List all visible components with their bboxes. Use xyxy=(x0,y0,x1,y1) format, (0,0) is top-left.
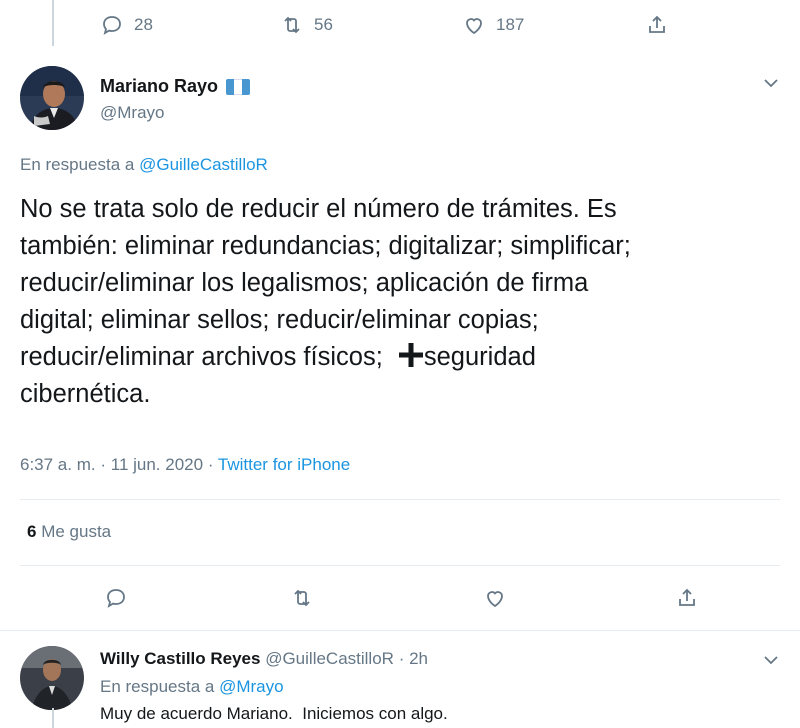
share-icon xyxy=(679,588,695,606)
share-icon xyxy=(649,15,665,33)
meta-separator: · xyxy=(100,455,107,474)
like-action[interactable]: 187 xyxy=(462,13,524,37)
likes-summary[interactable]: 6 Me gusta xyxy=(27,522,111,542)
reply-to-link[interactable]: @Mrayo xyxy=(219,677,284,696)
meta-separator: · xyxy=(398,649,405,668)
divider xyxy=(0,630,800,631)
reply-author-name[interactable]: Willy Castillo Reyes xyxy=(100,649,260,668)
reply-author-handle[interactable]: @GuilleCastilloR xyxy=(265,649,394,668)
avatar[interactable] xyxy=(20,66,84,130)
main-reply-button[interactable] xyxy=(104,586,128,610)
chevron-down-icon[interactable] xyxy=(762,74,780,92)
tweet-text-segment: seguridad xyxy=(423,343,536,371)
divider xyxy=(20,499,780,500)
meta-separator: · xyxy=(207,455,214,474)
retweet-count: 56 xyxy=(314,15,333,34)
tweet-date[interactable]: 11 jun. 2020 xyxy=(111,455,203,474)
reply-icon xyxy=(103,16,121,35)
plus-emoji-icon xyxy=(398,343,423,367)
tweet-text-line: reducir/eliminar los legalismos; aplicac… xyxy=(20,269,589,297)
divider xyxy=(20,565,780,566)
chevron-down-icon[interactable] xyxy=(762,651,780,669)
reply-avatar[interactable] xyxy=(20,646,84,710)
tweet-time[interactable]: 6:37 a. m. xyxy=(20,455,96,474)
reply-icon xyxy=(107,589,125,608)
reply-prefix: En respuesta a xyxy=(100,677,215,696)
retweet-action[interactable]: 56 xyxy=(280,13,333,37)
reply-context: En respuesta a @Mrayo xyxy=(100,677,284,697)
tweet-text-line: cibernética. xyxy=(20,380,151,408)
like-count: 187 xyxy=(496,15,525,34)
tweet-text: No se trata solo de reducir el número de… xyxy=(20,191,790,413)
avatar-image xyxy=(20,66,84,130)
reply-to-link[interactable]: @GuilleCastilloR xyxy=(139,155,268,174)
reply-count: 28 xyxy=(134,15,153,34)
author-handle[interactable]: @Mrayo xyxy=(100,103,165,123)
reply-avatar-image xyxy=(20,646,84,710)
reply-context: En respuesta a @GuilleCastilloR xyxy=(20,155,268,175)
likes-label: Me gusta xyxy=(41,522,112,541)
retweet-icon xyxy=(294,589,310,607)
author-name-row[interactable]: Mariano Rayo xyxy=(100,76,251,97)
tweet-text-line-with-emoji: reducir/eliminar archivos físicos; segur… xyxy=(20,339,790,376)
share-action[interactable] xyxy=(645,13,669,37)
tweet-meta: 6:37 a. m. · 11 jun. 2020 · Twitter for … xyxy=(20,455,350,475)
tweet-source[interactable]: Twitter for iPhone xyxy=(218,455,350,474)
main-retweet-button[interactable] xyxy=(290,586,314,610)
heart-icon xyxy=(487,591,503,608)
main-like-button[interactable] xyxy=(483,586,507,610)
reply-prefix: En respuesta a xyxy=(20,155,135,174)
guatemala-flag-icon xyxy=(226,78,251,95)
tweet-text-line: No se trata solo de reducir el número de… xyxy=(20,195,617,223)
thread-connector xyxy=(52,0,54,46)
reply-text: Muy de acuerdo Mariano. Iniciemos con al… xyxy=(100,704,448,723)
author-name[interactable]: Mariano Rayo xyxy=(100,76,218,97)
reply-age[interactable]: 2h xyxy=(409,649,428,668)
thread-connector xyxy=(52,708,54,728)
heart-icon xyxy=(466,18,482,35)
main-share-button[interactable] xyxy=(675,586,699,610)
tweet-text-segment: reducir/eliminar archivos físicos; xyxy=(20,343,383,371)
reply-action[interactable]: 28 xyxy=(100,13,153,37)
retweet-icon xyxy=(284,16,300,34)
tweet-text-line: digital; eliminar sellos; reducir/elimin… xyxy=(20,306,539,334)
tweet-text-line: también: eliminar redundancias; digitali… xyxy=(20,232,631,260)
reply-header: Willy Castillo Reyes @GuilleCastilloR · … xyxy=(100,649,428,669)
likes-count: 6 xyxy=(27,522,37,541)
